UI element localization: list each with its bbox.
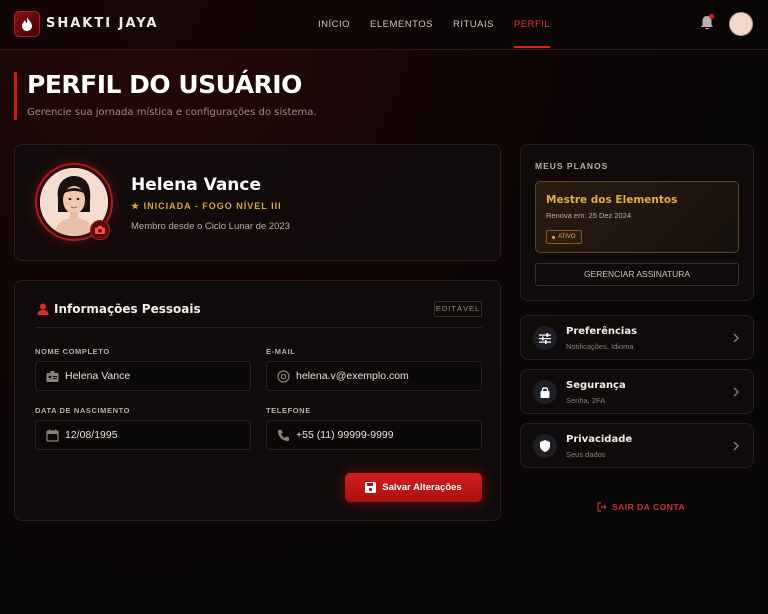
title-accent-bar (14, 72, 17, 120)
camera-icon[interactable] (90, 220, 110, 240)
nav-perfil[interactable]: PERFIL (513, 19, 551, 48)
sliders-icon (533, 326, 557, 350)
menu-title: Segurança (566, 380, 626, 391)
star-icon: ★ (131, 201, 144, 211)
full-name-label: NOME COMPLETO (35, 347, 110, 356)
birth-date-value[interactable]: 12/08/1995 (65, 429, 245, 441)
calendar-icon (46, 429, 59, 442)
nav-inicio[interactable]: INÍCIO (318, 19, 350, 48)
user-icon (37, 303, 49, 315)
phone-value[interactable]: +55 (11) 99999-9999 (296, 429, 476, 441)
section-title: Informações Pessoais (54, 302, 201, 316)
chevron-right-icon (733, 387, 739, 397)
profile-name: Helena Vance (131, 175, 262, 195)
user-avatar[interactable] (729, 12, 753, 36)
full-name-value[interactable]: Helena Vance (65, 370, 245, 382)
logout-button[interactable]: SAIR DA CONTA (597, 502, 685, 512)
rank-label: INICIADA - FOGO NÍVEL III (143, 201, 282, 211)
nav-elementos[interactable]: ELEMENTOS (370, 19, 433, 48)
birth-date-label: DATA DE NASCIMENTO (35, 406, 131, 415)
notification-dot (709, 14, 714, 19)
manage-subscription-button[interactable]: GERENCIAR ASSINATURA (535, 263, 739, 286)
editable-badge: EDITÁVEL (434, 301, 482, 317)
email-value[interactable]: helena.v@exemplo.com (296, 370, 476, 382)
full-name-field[interactable]: Helena Vance (35, 361, 251, 391)
plan-name: Mestre dos Elementos (546, 194, 678, 206)
menu-title: Privacidade (566, 434, 633, 445)
page-subtitle: Gerencie sua jornada mística e configura… (27, 107, 317, 118)
shield-icon (533, 434, 557, 458)
top-header: SHAKTI JAYA INÍCIO ELEMENTOS RITUAIS PER… (0, 0, 768, 50)
email-label: E-MAIL (266, 347, 296, 356)
menu-item-preferences[interactable]: Preferências Notificações, Idioma (520, 315, 754, 360)
birth-date-field[interactable]: 12/08/1995 (35, 420, 251, 450)
main-nav: INÍCIO ELEMENTOS RITUAIS PERFIL (318, 19, 570, 48)
flame-icon[interactable] (14, 11, 40, 37)
logout-label: SAIR DA CONTA (612, 502, 686, 512)
plans-title: MEUS PLANOS (535, 161, 609, 171)
lock-icon (533, 380, 557, 404)
status-badge: ATIVO (546, 230, 582, 244)
menu-subtitle: Notificações, Idioma (566, 342, 634, 351)
profile-card: Helena Vance ★ INICIADA - FOGO NÍVEL III… (14, 144, 501, 261)
menu-subtitle: Senha, 2FA (566, 396, 606, 405)
phone-field[interactable]: +55 (11) 99999-9999 (266, 420, 482, 450)
status-label: ATIVO (558, 234, 576, 240)
phone-label: TELEFONE (266, 406, 311, 415)
page-title: PERFIL DO USUÁRIO (27, 70, 302, 99)
menu-item-privacy[interactable]: Privacidade Seus dados (520, 423, 754, 468)
plan-renewal: Renova em: 25 Dez 2024 (546, 211, 632, 220)
email-field[interactable]: helena.v@exemplo.com (266, 361, 482, 391)
status-dot (552, 235, 555, 239)
menu-item-security[interactable]: Segurança Senha, 2FA (520, 369, 754, 414)
id-card-icon (46, 371, 59, 382)
divider (35, 327, 482, 328)
profile-rank: ★ INICIADA - FOGO NÍVEL III (131, 201, 282, 212)
plan-box[interactable]: Mestre dos Elementos Renova em: 25 Dez 2… (535, 181, 739, 253)
chevron-right-icon (733, 441, 739, 451)
phone-icon (278, 430, 289, 441)
nav-rituais[interactable]: RITUAIS (453, 19, 494, 48)
save-button-label: Salvar Alterações (382, 482, 462, 493)
at-sign-icon (277, 370, 290, 383)
menu-subtitle: Seus dados (566, 450, 606, 459)
member-since: Membro desde o Ciclo Lunar de 2023 (131, 221, 290, 232)
chevron-right-icon (733, 333, 739, 343)
menu-title: Preferências (566, 326, 638, 337)
save-button[interactable]: Salvar Alterações (345, 473, 482, 502)
plans-card: MEUS PLANOS Mestre dos Elementos Renova … (520, 144, 754, 301)
brand-name[interactable]: SHAKTI JAYA (46, 16, 159, 31)
floppy-disk-icon (365, 482, 377, 493)
personal-info-card: Informações Pessoais EDITÁVEL NOME COMPL… (14, 280, 501, 521)
logout-icon (597, 502, 607, 512)
